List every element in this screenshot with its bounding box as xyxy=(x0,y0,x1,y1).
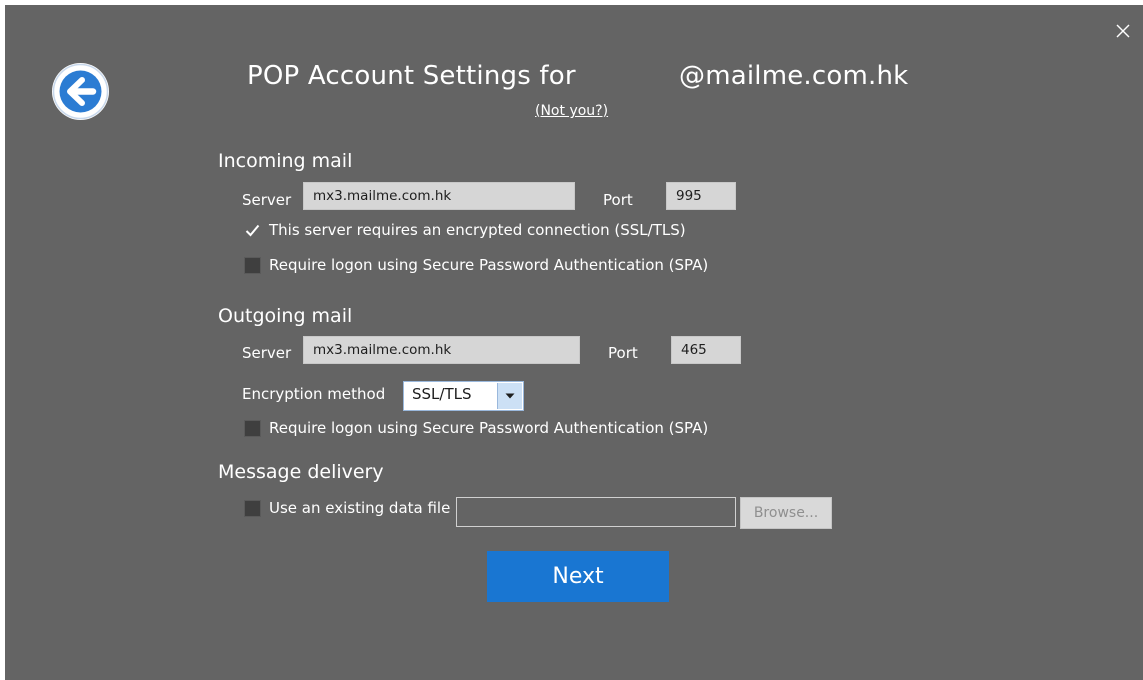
checkbox-unchecked xyxy=(244,419,261,437)
outgoing-spa-checkbox[interactable]: Require logon using Secure Password Auth… xyxy=(244,419,708,437)
dropdown-button[interactable] xyxy=(497,383,522,409)
back-arrow-icon xyxy=(52,63,109,120)
outgoing-mail-heading: Outgoing mail xyxy=(218,305,353,327)
encryption-method-label: Encryption method xyxy=(242,385,386,403)
encryption-method-value: SSL/TLS xyxy=(412,385,472,403)
incoming-ssl-label: This server requires an encrypted connec… xyxy=(269,221,686,239)
incoming-spa-checkbox[interactable]: Require logon using Secure Password Auth… xyxy=(244,256,708,274)
page-title-email: @mailme.com.hk xyxy=(679,61,909,91)
incoming-mail-heading: Incoming mail xyxy=(218,150,353,172)
encryption-method-select[interactable]: SSL/TLS xyxy=(403,381,524,411)
close-icon xyxy=(1116,24,1130,38)
existing-data-file-checkbox[interactable]: Use an existing data file xyxy=(244,499,450,517)
existing-data-file-label: Use an existing data file xyxy=(269,499,451,517)
checkbox-checked xyxy=(244,222,261,239)
incoming-port-input[interactable]: 995 xyxy=(666,182,736,210)
pop-account-settings-dialog: POP Account Settings for @mailme.com.hk … xyxy=(5,5,1143,680)
outgoing-spa-label: Require logon using Secure Password Auth… xyxy=(269,419,709,437)
close-button[interactable] xyxy=(1111,19,1135,43)
page-title-prefix: POP Account Settings for xyxy=(247,61,576,91)
outgoing-server-label: Server xyxy=(242,344,292,362)
incoming-spa-label: Require logon using Secure Password Auth… xyxy=(269,256,709,274)
outgoing-port-label: Port xyxy=(608,344,638,362)
checkbox-unchecked xyxy=(244,499,261,517)
outgoing-server-input[interactable]: mx3.mailme.com.hk xyxy=(303,336,580,364)
checkbox-unchecked xyxy=(244,256,261,274)
next-button[interactable]: Next xyxy=(487,551,669,602)
incoming-port-label: Port xyxy=(603,191,633,209)
incoming-server-input[interactable]: mx3.mailme.com.hk xyxy=(303,182,575,210)
not-you-link[interactable]: (Not you?) xyxy=(535,103,608,119)
browse-button: Browse... xyxy=(740,497,832,529)
chevron-down-icon xyxy=(505,393,515,399)
incoming-server-label: Server xyxy=(242,191,292,209)
incoming-ssl-checkbox[interactable]: This server requires an encrypted connec… xyxy=(244,221,686,239)
message-delivery-heading: Message delivery xyxy=(218,461,384,483)
data-file-path-input[interactable] xyxy=(456,497,736,527)
outgoing-port-input[interactable]: 465 xyxy=(671,336,741,364)
checkmark-icon xyxy=(245,224,260,236)
back-button[interactable] xyxy=(52,63,109,120)
